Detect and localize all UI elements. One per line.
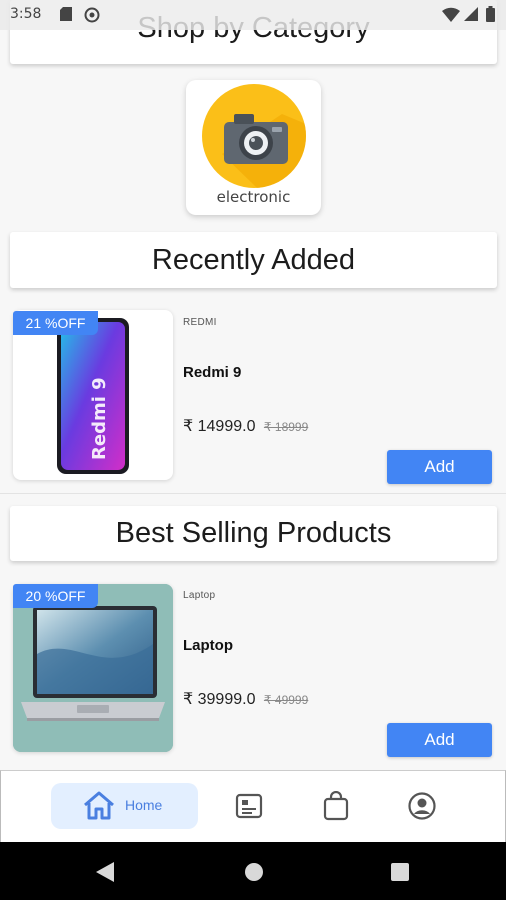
camera-icon [202,84,306,188]
product-price-row: ₹ 39999.0 ₹ 49999 [183,689,308,709]
home-button-icon[interactable] [244,862,264,887]
recents-icon[interactable] [391,863,409,886]
category-card-electronic[interactable]: electronic [186,80,321,215]
back-icon[interactable] [96,862,114,887]
bottom-navigation: Home [0,770,506,842]
svg-text:Redmi 9: Redmi 9 [89,377,110,460]
add-to-cart-button[interactable]: Add [387,450,492,484]
home-icon [83,790,115,825]
add-to-cart-button[interactable]: Add [387,723,492,757]
status-bar-overlay: 3:58 [0,0,506,30]
section-divider [0,493,506,494]
category-label: electronic [216,188,291,206]
nav-home-label: Home [125,797,163,813]
product-price: ₹ 14999.0 [183,418,256,435]
orders-icon[interactable] [234,791,264,821]
sd-card-icon [60,7,72,25]
discount-badge: 21 %OFF [13,311,98,335]
best-selling-title: Best Selling Products [115,517,392,549]
product-image-laptop[interactable] [13,584,173,752]
product-name[interactable]: Redmi 9 [183,364,241,381]
product-price-row: ₹ 14999.0 ₹ 18999 [183,416,308,436]
recently-added-header: Recently Added [10,232,497,288]
sync-icon [84,7,100,27]
product-brand: REDMI [183,317,217,328]
nav-home-button[interactable]: Home [51,783,198,829]
profile-icon[interactable] [407,791,437,821]
discount-badge: 20 %OFF [13,584,98,608]
status-time-overlay: 3:58 [10,6,42,22]
system-navigation-bar [0,842,506,900]
product-mrp: ₹ 18999 [263,420,309,434]
bag-icon[interactable] [321,790,351,821]
recently-added-title: Recently Added [151,243,356,276]
battery-icon [486,6,495,26]
product-mrp: ₹ 49999 [263,693,309,707]
best-selling-header: Best Selling Products [10,506,497,561]
signal-icon [464,7,478,25]
product-brand: Laptop [183,590,216,601]
product-name[interactable]: Laptop [183,637,233,654]
wifi-icon [442,7,460,26]
product-price: ₹ 39999.0 [183,691,256,708]
product-image-redmi-9[interactable]: Redmi 9 [13,310,173,480]
